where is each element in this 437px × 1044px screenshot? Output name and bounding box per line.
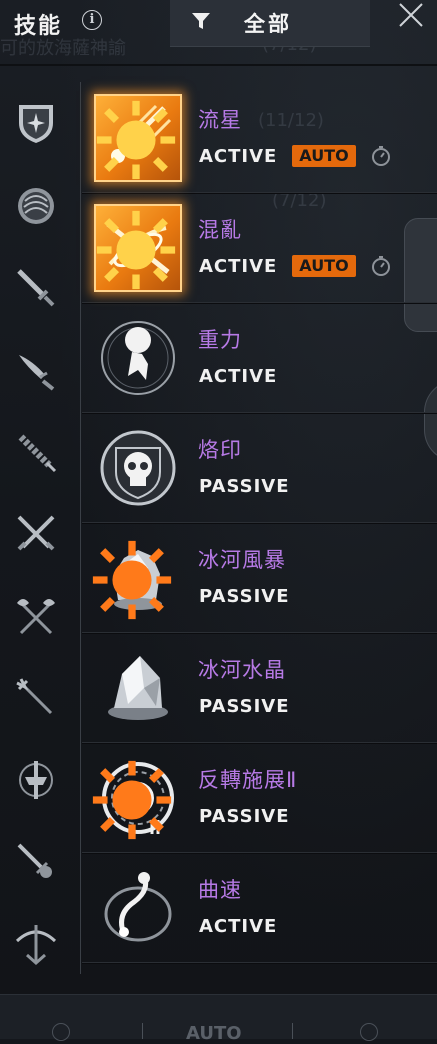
upgrade-badge-icon <box>96 210 176 290</box>
category-trident[interactable] <box>10 672 62 724</box>
skill-name: 反轉施展Ⅱ <box>198 768 298 792</box>
skill-row[interactable]: 曲速 ACTIVE <box>82 852 437 964</box>
skill-name: 冰河風暴 <box>198 548 286 572</box>
crossed-axes-icon <box>17 599 55 635</box>
header-divider <box>0 64 437 66</box>
skill-icon <box>92 754 182 842</box>
skill-row[interactable]: 流星 ACTIVE AUTO <box>82 82 437 194</box>
skill-name: 冰河水晶 <box>198 658 286 682</box>
skill-icon <box>94 204 182 292</box>
mace-icon <box>19 761 53 799</box>
footer-bar: AUTO <box>0 994 437 1044</box>
filter-icon <box>192 13 210 29</box>
blade-icon <box>19 355 55 391</box>
category-crossbow[interactable] <box>10 918 62 970</box>
footer-auto-label[interactable]: AUTO <box>186 1023 242 1044</box>
gravity-icon <box>101 321 175 395</box>
skill-name: 混亂 <box>198 218 242 242</box>
skill-name: 流星 <box>198 108 242 132</box>
skill-icon <box>94 644 182 732</box>
skill-icon <box>94 94 182 182</box>
timer-icon[interactable] <box>360 1023 378 1041</box>
skill-type: PASSIVE <box>199 806 290 827</box>
auto-badge[interactable]: AUTO <box>292 145 356 167</box>
upgrade-badge-icon <box>92 760 172 840</box>
skill-row[interactable]: 重力 ACTIVE <box>82 302 437 414</box>
footer-divider <box>292 1023 293 1039</box>
dagger-icon <box>17 843 52 878</box>
round-shield-icon <box>18 188 54 224</box>
add-icon[interactable] <box>52 1023 70 1041</box>
skill-icon <box>94 864 182 952</box>
skill-type: PASSIVE <box>199 586 290 607</box>
category-shield-star[interactable] <box>10 96 62 148</box>
skill-name: 烙印 <box>198 438 242 462</box>
trident-icon <box>16 678 53 715</box>
close-icon[interactable] <box>396 0 426 30</box>
category-staff[interactable] <box>10 426 62 478</box>
filter-dropdown[interactable]: 全部 <box>170 0 370 47</box>
category-crossed-swords[interactable] <box>10 508 62 560</box>
category-mace[interactable] <box>10 754 62 806</box>
header: 技能 i 全部 <box>0 0 437 66</box>
skill-type: ACTIVE <box>199 146 278 167</box>
skill-type: PASSIVE <box>199 696 290 717</box>
skill-icon <box>92 534 182 622</box>
skill-type: PASSIVE <box>199 476 290 497</box>
footer-divider <box>142 1023 143 1039</box>
crossbow-icon <box>15 925 57 966</box>
skill-name: 曲速 <box>198 878 242 902</box>
upgrade-badge-icon <box>92 540 172 620</box>
timer-icon[interactable] <box>370 145 392 167</box>
upgrade-badge-icon <box>96 100 176 180</box>
glacier-crystal-icon <box>108 656 168 720</box>
skill-icon <box>94 424 182 512</box>
shield-star-icon <box>19 105 53 143</box>
info-icon[interactable]: i <box>82 10 102 30</box>
category-crossed-axes[interactable] <box>10 590 62 642</box>
skill-row[interactable]: 混亂 ACTIVE AUTO <box>82 192 437 304</box>
skill-name: 重力 <box>198 328 242 352</box>
sidebar-divider <box>80 82 81 974</box>
skill-row[interactable]: 冰河風暴 PASSIVE <box>82 522 437 634</box>
skill-row[interactable]: 冰河水晶 PASSIVE <box>82 632 437 744</box>
page-title: 技能 <box>14 14 63 39</box>
category-round-shield[interactable] <box>10 180 62 232</box>
skill-row[interactable]: 反轉施展Ⅱ PASSIVE <box>82 742 437 854</box>
skill-icon <box>94 314 182 402</box>
timer-icon[interactable] <box>370 255 392 277</box>
skill-type: ACTIVE <box>199 256 278 277</box>
skill-row[interactable]: 烙印 PASSIVE <box>82 412 437 524</box>
category-dagger[interactable] <box>10 836 62 888</box>
category-blade[interactable] <box>10 344 62 396</box>
category-sidebar <box>0 82 80 974</box>
warp-speed-icon <box>104 872 172 942</box>
skill-type: ACTIVE <box>199 366 278 387</box>
auto-badge[interactable]: AUTO <box>292 255 356 277</box>
crossed-swords-icon <box>17 515 55 551</box>
skill-type: ACTIVE <box>199 916 278 937</box>
staff-icon <box>18 434 57 473</box>
sword-icon <box>17 269 55 307</box>
category-sword[interactable] <box>10 262 62 314</box>
skull-brand-icon <box>100 430 176 506</box>
filter-label: 全部 <box>244 12 292 36</box>
